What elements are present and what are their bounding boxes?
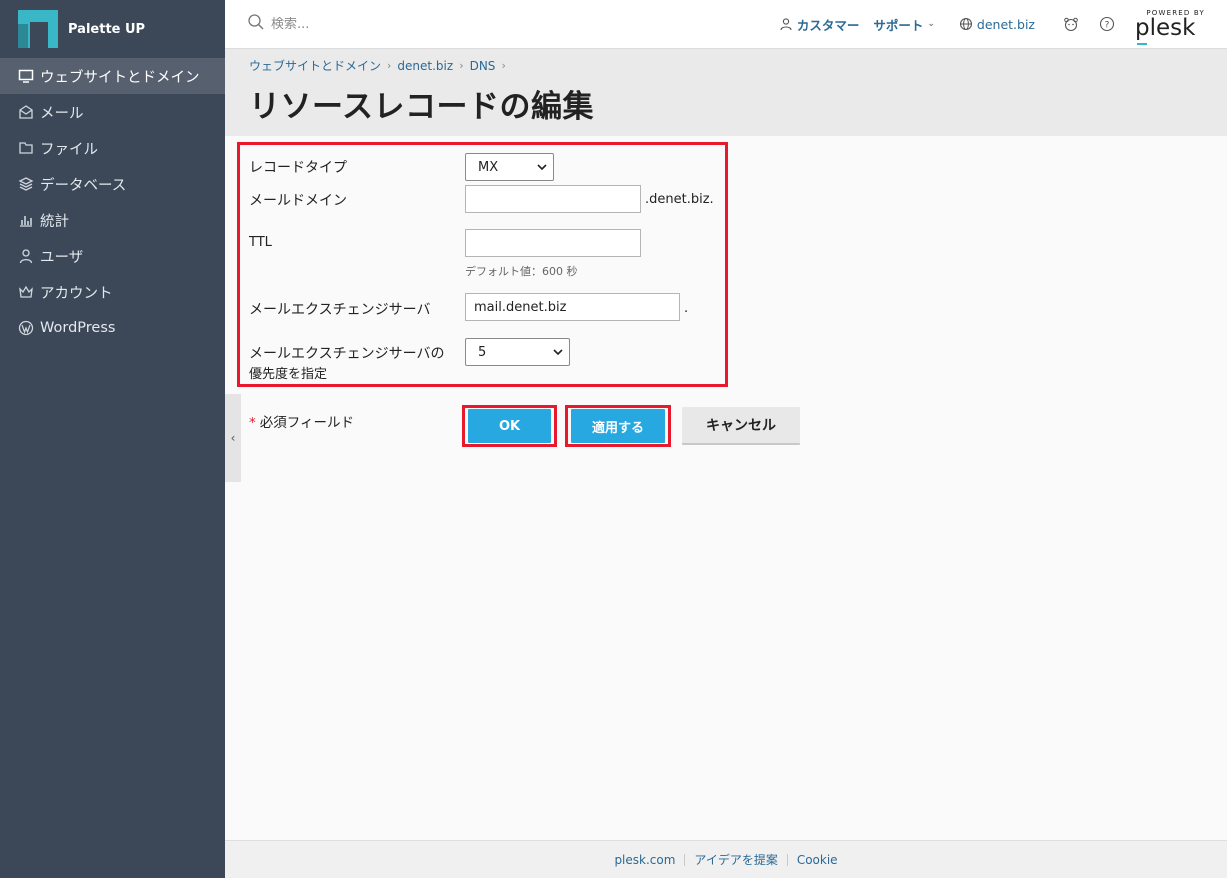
ok-button[interactable]: OK [468,409,551,443]
customer-menu[interactable]: カスタマー [779,15,860,34]
sidebar-item-label: WordPress [40,320,116,336]
page-title: リソースレコードの編集 [249,89,594,125]
sidebar-item-label: ユーザ [40,249,84,266]
svg-text:?: ? [1105,21,1110,31]
crown-icon [18,284,34,300]
sidebar-collapse-toggle[interactable]: ‹ [225,394,241,482]
support-menu[interactable]: サポート ⌄ [873,15,935,34]
chevron-right-icon: › [501,59,506,72]
sidebar-item-label: アカウント [40,285,113,302]
search-box[interactable] [247,13,767,35]
ttl-label: TTL [249,235,272,250]
cancel-button[interactable]: キャンセル [682,407,800,445]
footer-divider [786,853,788,866]
breadcrumb: ウェブサイトとドメイン › denet.biz › DNS › [249,57,512,74]
chevron-down-icon: ⌄ [927,19,935,29]
footer-link-idea[interactable]: アイデアを提案 [694,851,777,868]
bear-icon[interactable] [1063,16,1079,32]
chevron-right-icon: › [387,59,392,72]
sidebar-item-files[interactable]: ファイル [0,130,225,166]
priority-select[interactable]: 5 [465,338,570,366]
folder-icon [18,140,34,156]
title-band: ウェブサイトとドメイン › denet.biz › DNS › リソースレコード… [225,49,1227,136]
apply-button[interactable]: 適用する [571,409,665,443]
plesk-logo[interactable]: POWERED BY plesk [1135,9,1205,45]
wordpress-icon [18,320,34,336]
sidebar-item-users[interactable]: ユーザ [0,238,225,274]
ttl-input[interactable] [465,229,641,257]
required-note-text: 必須フィールド [259,415,354,431]
sidebar-item-databases[interactable]: データベース [0,166,225,202]
sidebar-item-mail[interactable]: メール [0,94,225,130]
footer-link-cookie[interactable]: Cookie [797,853,838,867]
chevron-right-icon: › [459,59,464,72]
mail-exchanger-suffix: . [684,301,689,316]
search-input[interactable] [271,16,671,32]
sidebar-item-label: ウェブサイトとドメイン [40,69,200,86]
user-icon [18,248,34,264]
footer: plesk.com アイデアを提案 Cookie [225,840,1227,878]
mail-domain-label: メールドメイン [249,193,347,209]
mail-exchanger-input[interactable] [465,293,680,321]
breadcrumb-item-websites[interactable]: ウェブサイトとドメイン [249,57,381,74]
priority-value: 5 [478,344,487,360]
search-icon [247,13,265,35]
breadcrumb-item-domain[interactable]: denet.biz [397,59,453,73]
record-type-select[interactable]: MX [465,153,554,181]
customer-label: カスタマー [796,17,860,33]
domain-link[interactable]: denet.biz [959,17,1035,32]
palette-logo-icon [18,10,58,48]
sidebar-item-wordpress[interactable]: WordPress [0,310,225,346]
required-note: * 必須フィールド [249,411,354,431]
sidebar-item-label: ファイル [40,141,98,158]
sidebar-item-label: 統計 [40,213,69,230]
main-content: レコードタイプ MX メールドメイン .denet.biz. TTL デフォルト… [225,136,1227,840]
mail-domain-input[interactable] [465,185,641,213]
plesk-wordmark: plesk [1135,17,1205,45]
support-label: サポート [873,17,924,33]
user-icon [780,18,792,31]
brand[interactable]: Palette UP [0,0,225,58]
sidebar-item-label: メール [40,105,84,122]
priority-label-line2: 優先度を指定 [249,367,328,382]
database-icon [18,176,34,192]
footer-link-plesk[interactable]: plesk.com [614,853,675,867]
help-icon[interactable]: ? [1099,16,1115,32]
breadcrumb-item-dns[interactable]: DNS [470,59,496,73]
record-type-value: MX [478,159,499,175]
sidebar-item-websites-domains[interactable]: ウェブサイトとドメイン [0,58,225,94]
mail-icon [18,104,34,120]
brand-name: Palette UP [68,21,146,37]
sidebar-item-statistics[interactable]: 統計 [0,202,225,238]
required-star: * [249,415,256,431]
sidebar-item-label: データベース [40,177,127,194]
top-header: カスタマー サポート ⌄ denet.biz ? POWERED BY ples… [225,0,1227,49]
sidebar: Palette UP ウェブサイトとドメイン メール ファイル データベース 統… [0,0,225,878]
globe-icon [959,17,972,31]
domain-label: denet.biz [976,16,1035,32]
sidebar-item-account[interactable]: アカウント [0,274,225,310]
priority-label-line1: メールエクスチェンジサーバの [249,346,445,362]
monitor-icon [18,68,34,84]
chevron-down-icon [553,349,563,356]
footer-divider [684,853,686,866]
chevron-left-icon: ‹ [230,431,236,445]
record-type-label: レコードタイプ [249,160,347,176]
mail-domain-suffix: .denet.biz. [645,192,714,207]
chevron-down-icon [537,164,547,171]
ttl-hint: デフォルト値：600 秒 [465,265,578,278]
mail-exchanger-label: メールエクスチェンジサーバ [249,302,431,318]
chart-icon [18,212,34,228]
